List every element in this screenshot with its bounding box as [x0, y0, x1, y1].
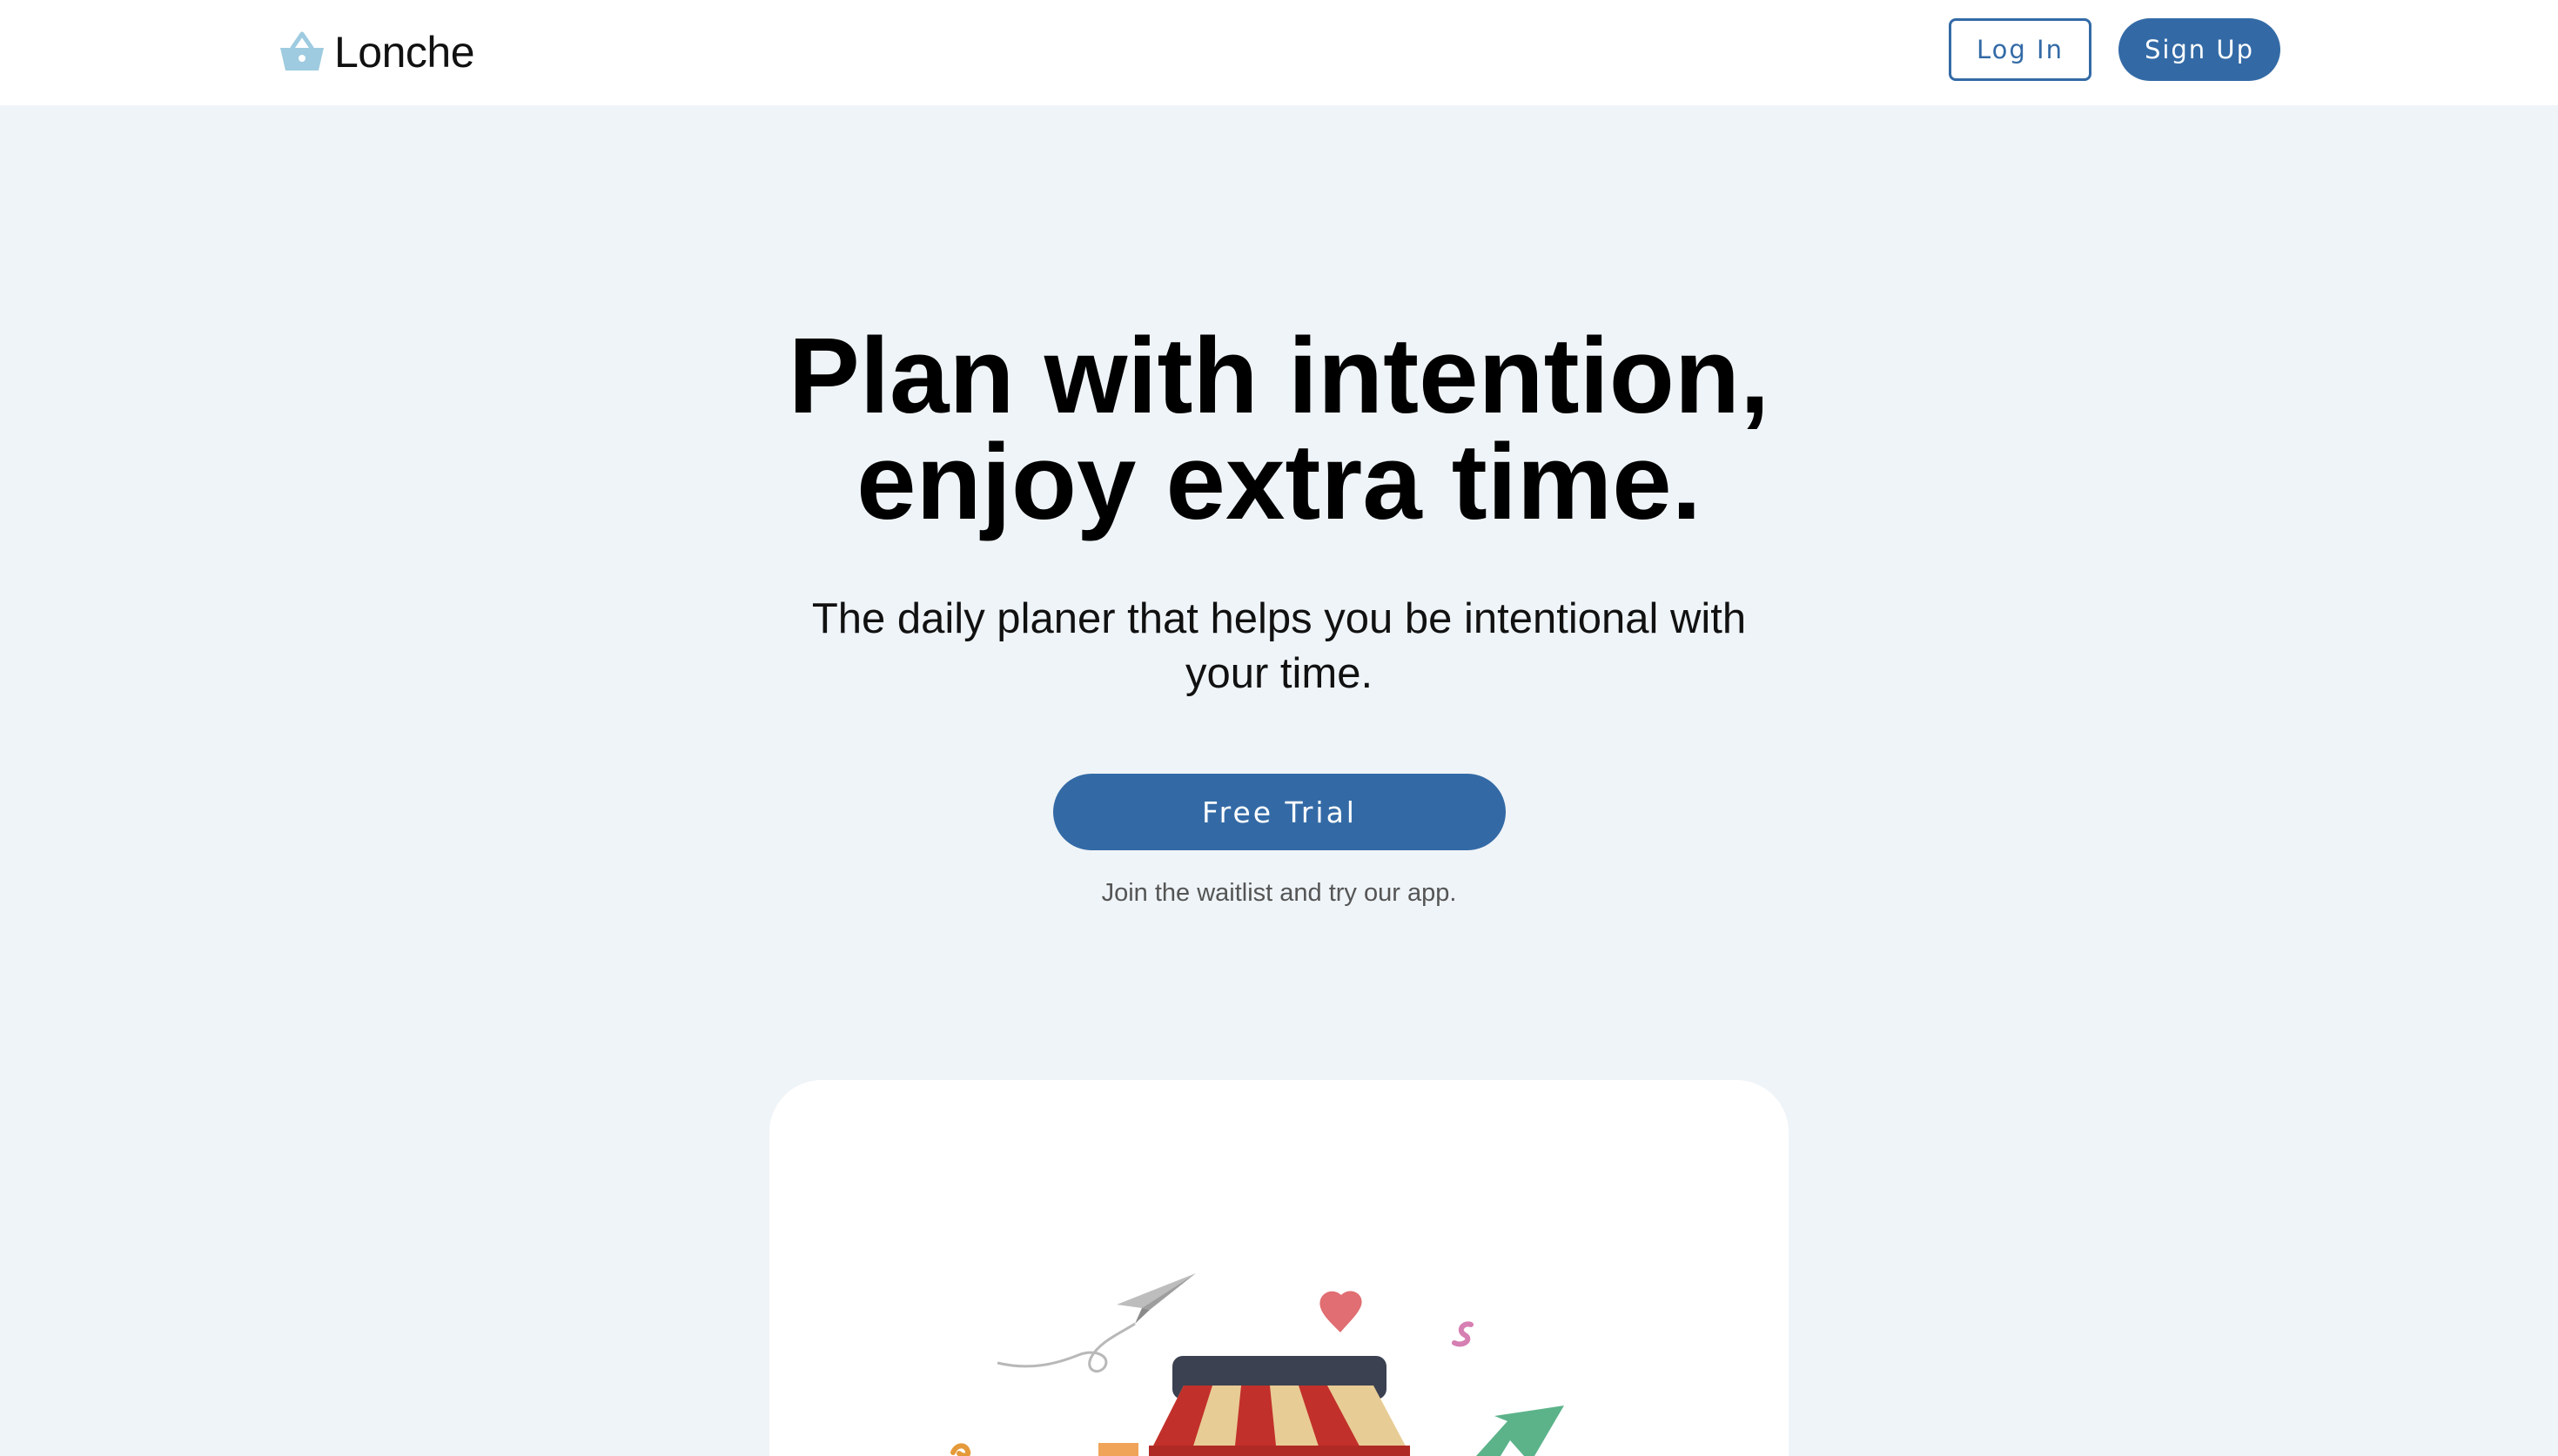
- paper-plane-icon: [997, 1273, 1196, 1373]
- basket-icon: [280, 31, 324, 70]
- swirl-mark: [950, 1443, 971, 1456]
- hero-subtitle: The daily planer that helps you be inten…: [811, 595, 1747, 697]
- log-in-button[interactable]: Log In: [1949, 18, 2091, 81]
- free-trial-button[interactable]: Free Trial: [1053, 774, 1506, 850]
- orange-block: [1098, 1443, 1138, 1456]
- hero-title-line-2: enjoy extra time.: [856, 423, 1702, 542]
- storefront-awning-icon: [1149, 1356, 1410, 1456]
- heart-icon: [1319, 1291, 1362, 1332]
- illustration-card: [769, 1080, 1789, 1456]
- hero-title: Plan with intention, enjoy extra time.: [0, 323, 2558, 536]
- brand-name: Lonche: [334, 28, 475, 77]
- squiggle-icon: [1452, 1321, 1474, 1347]
- storefront-illustration: [950, 1273, 1564, 1456]
- waitlist-note: Join the waitlist and try our app.: [1101, 879, 1457, 907]
- top-navbar: Lonche Log In Sign Up: [0, 0, 2558, 105]
- brand[interactable]: Lonche: [279, 26, 475, 78]
- hero-title-line-1: Plan with intention,: [788, 317, 1770, 436]
- sign-up-button[interactable]: Sign Up: [2118, 18, 2280, 81]
- arrow-icon: [1476, 1406, 1564, 1456]
